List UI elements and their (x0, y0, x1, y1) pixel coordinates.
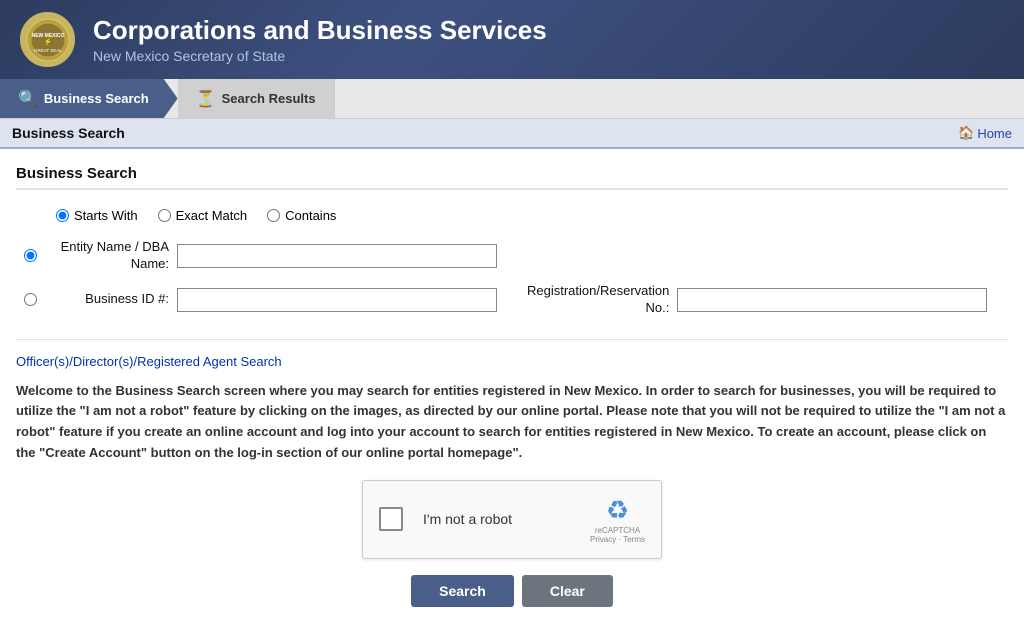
radio-contains-label: Contains (285, 208, 336, 223)
tab-business-search[interactable]: 🔍 Business Search (0, 79, 178, 118)
search-tab-icon: 🔍 (18, 89, 38, 109)
captcha-logo: ♻ reCAPTCHA Privacy · Terms (590, 495, 645, 544)
radio-exact-match-label: Exact Match (176, 208, 248, 223)
recaptcha-icon: ♻ (606, 495, 629, 526)
home-link-label: Home (977, 126, 1012, 141)
search-form: Starts With Exact Match Contains Entity … (16, 204, 1008, 331)
terms-link[interactable]: Terms (623, 535, 645, 544)
recaptcha-brand: reCAPTCHA (595, 526, 640, 535)
form-buttons: Search Clear (16, 575, 1008, 607)
divider-1 (16, 339, 1008, 340)
breadcrumb-bar: Business Search 🏠 Home (0, 119, 1024, 149)
radio-exact-match[interactable]: Exact Match (158, 208, 248, 223)
tab-business-search-label: Business Search (44, 91, 149, 106)
radio-starts-with-input[interactable] (56, 209, 69, 222)
page-title: Business Search (12, 125, 125, 141)
search-button[interactable]: Search (411, 575, 514, 607)
radio-starts-with-label: Starts With (74, 208, 138, 223)
home-icon: 🏠 (958, 125, 974, 141)
tab-bar: 🔍 Business Search ⏳ Search Results (0, 79, 1024, 119)
registration-section: Registration/ReservationNo.: (527, 283, 987, 317)
captcha-checkbox[interactable] (379, 507, 403, 531)
captcha-box: I'm not a robot ♻ reCAPTCHA Privacy · Te… (362, 480, 662, 559)
business-id-input[interactable] (177, 288, 497, 312)
header-text-block: Corporations and Business Services New M… (93, 15, 547, 64)
privacy-link[interactable]: Privacy (590, 535, 616, 544)
entity-name-radio[interactable] (24, 249, 37, 262)
reg-label: Registration/ReservationNo.: (527, 283, 669, 317)
captcha-label: I'm not a robot (423, 511, 570, 527)
captcha-container: I'm not a robot ♻ reCAPTCHA Privacy · Te… (16, 480, 1008, 559)
search-type-row: Starts With Exact Match Contains (16, 208, 1008, 223)
site-title: Corporations and Business Services (93, 15, 547, 46)
radio-exact-match-input[interactable] (158, 209, 171, 222)
page-header: NEW MEXICO ⚡ GREAT SEAL Corporations and… (0, 0, 1024, 79)
business-id-label: Business ID #: (49, 291, 169, 308)
svg-text:⚡: ⚡ (43, 37, 52, 46)
form-section-title: Business Search (16, 165, 1008, 190)
welcome-text: Welcome to the Business Search screen wh… (16, 381, 1008, 464)
hourglass-tab-icon: ⏳ (196, 89, 216, 109)
officer-search-link[interactable]: Officer(s)/Director(s)/Registered Agent … (16, 354, 1008, 369)
registration-number-input[interactable] (677, 288, 987, 312)
radio-contains-input[interactable] (267, 209, 280, 222)
state-seal-logo: NEW MEXICO ⚡ GREAT SEAL (20, 12, 75, 67)
entity-name-row: Entity Name / DBAName: (16, 239, 1008, 273)
clear-button[interactable]: Clear (522, 575, 613, 607)
site-subtitle: New Mexico Secretary of State (93, 48, 547, 64)
business-id-radio[interactable] (24, 293, 37, 306)
tab-search-results[interactable]: ⏳ Search Results (178, 79, 335, 118)
entity-name-label: Entity Name / DBAName: (49, 239, 169, 273)
radio-contains[interactable]: Contains (267, 208, 336, 223)
tab-search-results-label: Search Results (222, 91, 316, 106)
svg-text:GREAT SEAL: GREAT SEAL (34, 48, 62, 53)
radio-starts-with[interactable]: Starts With (56, 208, 138, 223)
main-content: Business Search Starts With Exact Match … (0, 149, 1024, 623)
home-link[interactable]: 🏠 Home (958, 125, 1012, 141)
business-id-row: Business ID #: Registration/ReservationN… (16, 283, 1008, 317)
entity-name-input[interactable] (177, 244, 497, 268)
recaptcha-links: Privacy · Terms (590, 535, 645, 544)
